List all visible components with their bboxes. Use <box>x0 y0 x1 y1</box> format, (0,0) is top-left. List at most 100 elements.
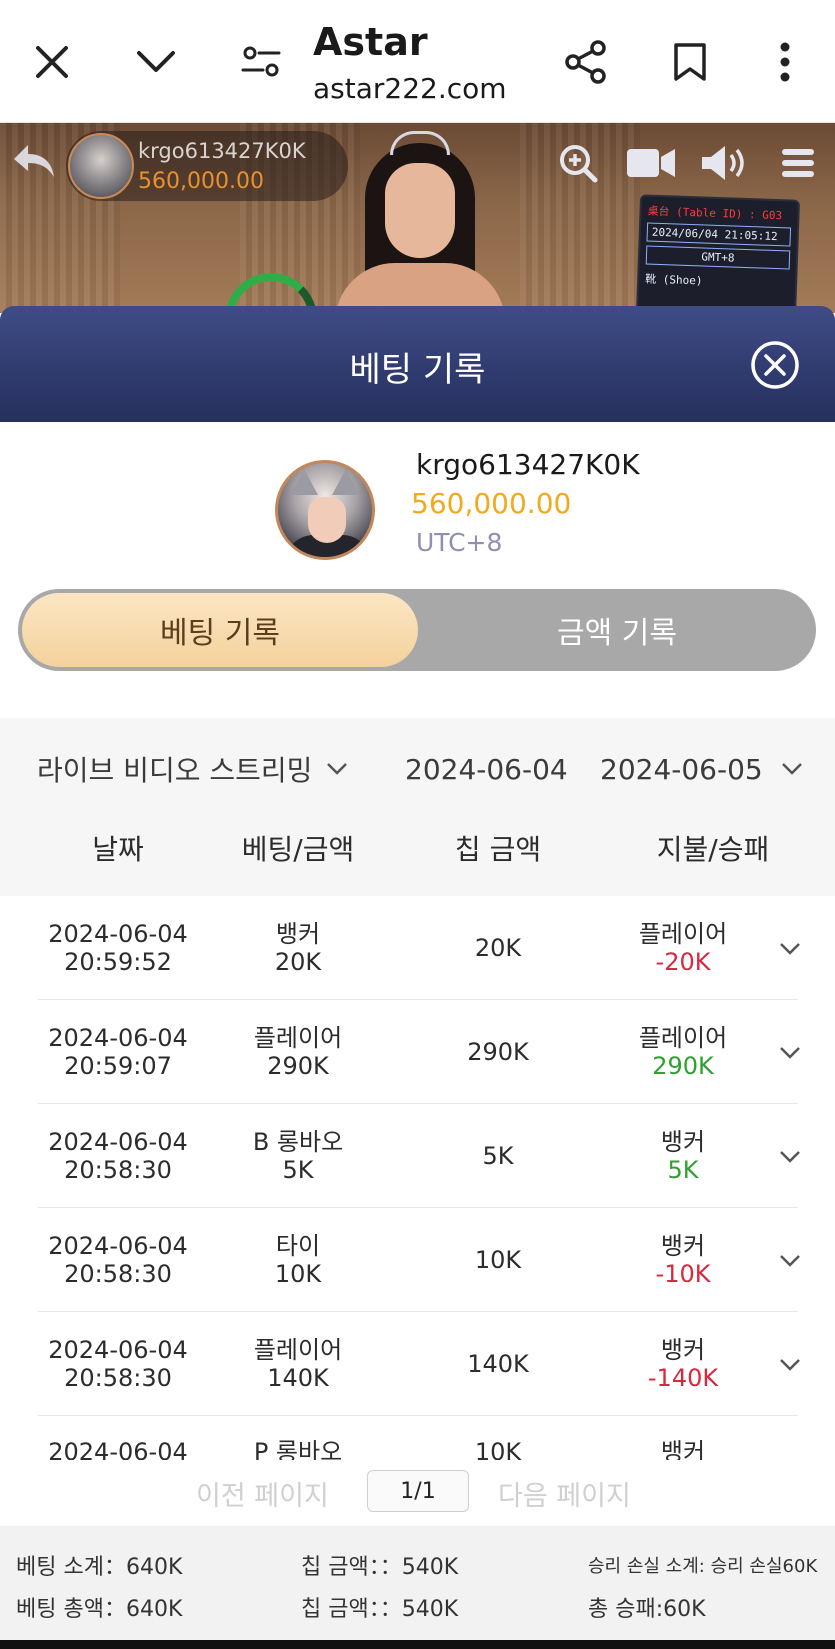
row-result: 플레이어 <box>638 920 728 948</box>
close-circle-icon[interactable] <box>750 340 800 390</box>
start-date-label: 2024-06-04 <box>405 752 568 786</box>
next-page-button[interactable]: 다음 페이지 <box>498 1474 631 1513</box>
column-header-date: 날짜 <box>92 833 144 866</box>
row-chip-amount: 10K <box>474 1246 522 1274</box>
row-chip-amount: 5K <box>482 1142 514 1170</box>
row-bet-amount: 140K <box>267 1364 329 1392</box>
bet-total: 베팅 총액：640K <box>16 1597 183 1622</box>
end-date-label: 2024-06-05 <box>600 752 763 786</box>
start-date-field[interactable]: 2024-06-04 <box>405 746 568 792</box>
bet-history-table: 2024-06-04 20:59:52 뱅커 20K 20K 플레이어 -20K 20… <box>0 896 835 1460</box>
row-chip-amount: 290K <box>467 1038 529 1066</box>
table-row[interactable]: 2024-06-04 P 롱바오 10K 뱅커 <box>38 1416 798 1460</box>
row-bet-amount: 20K <box>274 948 322 976</box>
bet-subtotal: 베팅 소계：640K <box>16 1555 183 1580</box>
row-chip-amount: 140K <box>467 1350 529 1378</box>
filter-bar: 라이브 비디오 스트리밍 2024-06-04 2024-06-05 날짜 베팅… <box>0 718 835 896</box>
row-bet-type: 뱅커 <box>275 920 321 948</box>
chevron-down-icon <box>327 763 348 775</box>
modal-title: 베팅 기록 <box>349 350 486 390</box>
table-id-label: 桌台 (Table ID) : G03 <box>647 204 783 223</box>
chevron-down-icon <box>781 763 802 775</box>
row-result: 뱅커 <box>660 1438 706 1460</box>
chevron-down-icon[interactable] <box>778 1040 802 1064</box>
nav-bar-edge <box>0 1640 835 1649</box>
winloss-subtotal: 승리 손실 소계: 승리 손실60K <box>588 1556 818 1577</box>
zoom-in-icon[interactable] <box>556 141 600 185</box>
page-indicator: 1/1 <box>367 1470 469 1512</box>
row-bet-amount: 10K <box>274 1260 322 1288</box>
game-type-label: 라이브 비디오 스트리밍 <box>37 754 313 787</box>
share-icon[interactable] <box>556 32 616 92</box>
winloss-total: 총 승패:60K <box>588 1597 706 1622</box>
row-bet-amount: 290K <box>267 1052 329 1080</box>
tab-amount-history[interactable]: 금액 기록 <box>422 593 812 667</box>
more-vert-icon[interactable] <box>755 32 815 92</box>
row-result: 뱅커 <box>660 1336 706 1364</box>
row-time: 20:59:07 <box>64 1052 172 1080</box>
row-time: 20:59:52 <box>64 948 172 976</box>
column-header-result: 지불/승패 <box>656 833 770 866</box>
row-time: 20:58:30 <box>64 1260 172 1288</box>
row-time: 20:58:30 <box>64 1364 172 1392</box>
modal-header: 베팅 기록 <box>0 306 835 422</box>
chevron-down-icon[interactable] <box>126 32 186 92</box>
site-settings-icon[interactable] <box>231 32 291 92</box>
end-date-select[interactable]: 2024-06-05 <box>600 746 803 792</box>
row-payout: 5K <box>667 1156 699 1184</box>
site-url[interactable]: astar222.com <box>313 72 507 105</box>
game-video-area: krgo613427K0K 560,000.00 桌台 (Table ID) :… <box>0 123 835 313</box>
shoe-label: 靴 (Shoe) <box>644 272 703 288</box>
record-tabs: 베팅 기록 금액 기록 <box>18 589 816 671</box>
profile-balance: 560,000.00 <box>411 487 572 520</box>
row-bet-type: B 롱바오 <box>252 1128 344 1156</box>
avatar <box>275 460 375 560</box>
game-username: krgo613427K0K <box>138 139 306 163</box>
row-result: 뱅커 <box>660 1128 706 1156</box>
bookmark-icon[interactable] <box>660 32 720 92</box>
close-icon[interactable] <box>22 32 82 92</box>
row-bet-type: 타이 <box>275 1232 321 1260</box>
column-header-bet: 베팅/금액 <box>241 833 355 866</box>
row-date: 2024-06-04 <box>48 920 188 948</box>
volume-icon[interactable] <box>698 141 752 185</box>
row-result: 뱅커 <box>660 1232 706 1260</box>
table-row[interactable]: 2024-06-04 20:59:07 플레이어 290K 290K 플레이어 290… <box>38 1000 800 1104</box>
row-payout: -20K <box>655 948 711 976</box>
prev-page-button[interactable]: 이전 페이지 <box>196 1474 329 1513</box>
back-icon[interactable] <box>10 141 56 181</box>
dealer-figure <box>330 123 510 313</box>
table-info-screen: 桌台 (Table ID) : G03 2024/06/04 21:05:12 … <box>635 194 801 313</box>
row-bet-type: 플레이어 <box>253 1024 343 1052</box>
site-title: Astar <box>313 20 428 64</box>
pagination: 이전 페이지 1/1 다음 페이지 <box>0 1460 835 1526</box>
profile-timezone: UTC+8 <box>416 528 503 557</box>
menu-icon[interactable] <box>778 141 818 185</box>
row-chip-amount: 20K <box>474 934 522 962</box>
row-bet-type: 플레이어 <box>253 1336 343 1364</box>
row-bet-type: P 롱바오 <box>253 1438 343 1460</box>
row-date: 2024-06-04 <box>48 1128 188 1156</box>
avatar <box>68 133 134 199</box>
video-camera-icon[interactable] <box>624 141 678 185</box>
chevron-down-icon[interactable] <box>778 1248 802 1272</box>
table-row[interactable]: 2024-06-04 20:58:30 타이 10K 10K 뱅커 -10K <box>38 1208 800 1312</box>
tab-bet-history[interactable]: 베팅 기록 <box>22 593 418 667</box>
table-row[interactable]: 2024-06-04 20:58:30 B 롱바오 5K 5K 뱅커 5K <box>38 1104 800 1208</box>
chevron-down-icon[interactable] <box>778 1352 802 1376</box>
summary-footer: 베팅 소계：640K 칩 금액：：540K 승리 손실 소계: 승리 손실60K… <box>0 1526 835 1640</box>
game-user-info: krgo613427K0K 560,000.00 <box>66 131 348 201</box>
chevron-down-icon[interactable] <box>778 1144 802 1168</box>
table-row[interactable]: 2024-06-04 20:59:52 뱅커 20K 20K 플레이어 -20K <box>38 896 800 1000</box>
table-row[interactable]: 2024-06-04 20:58:30 플레이어 140K 140K 뱅커 -140K <box>38 1312 800 1416</box>
row-date: 2024-06-04 <box>48 1024 188 1052</box>
browser-toolbar: Astar astar222.com <box>0 0 835 123</box>
row-date: 2024-06-04 <box>48 1232 188 1260</box>
row-result: 플레이어 <box>638 1024 728 1052</box>
row-bet-amount: 5K <box>282 1156 314 1184</box>
game-type-select[interactable]: 라이브 비디오 스트리밍 <box>37 746 348 792</box>
row-date: 2024-06-04 <box>48 1336 188 1364</box>
column-header-chip: 칩 금액 <box>454 833 542 866</box>
row-payout: -10K <box>655 1260 711 1288</box>
chevron-down-icon[interactable] <box>778 936 802 960</box>
